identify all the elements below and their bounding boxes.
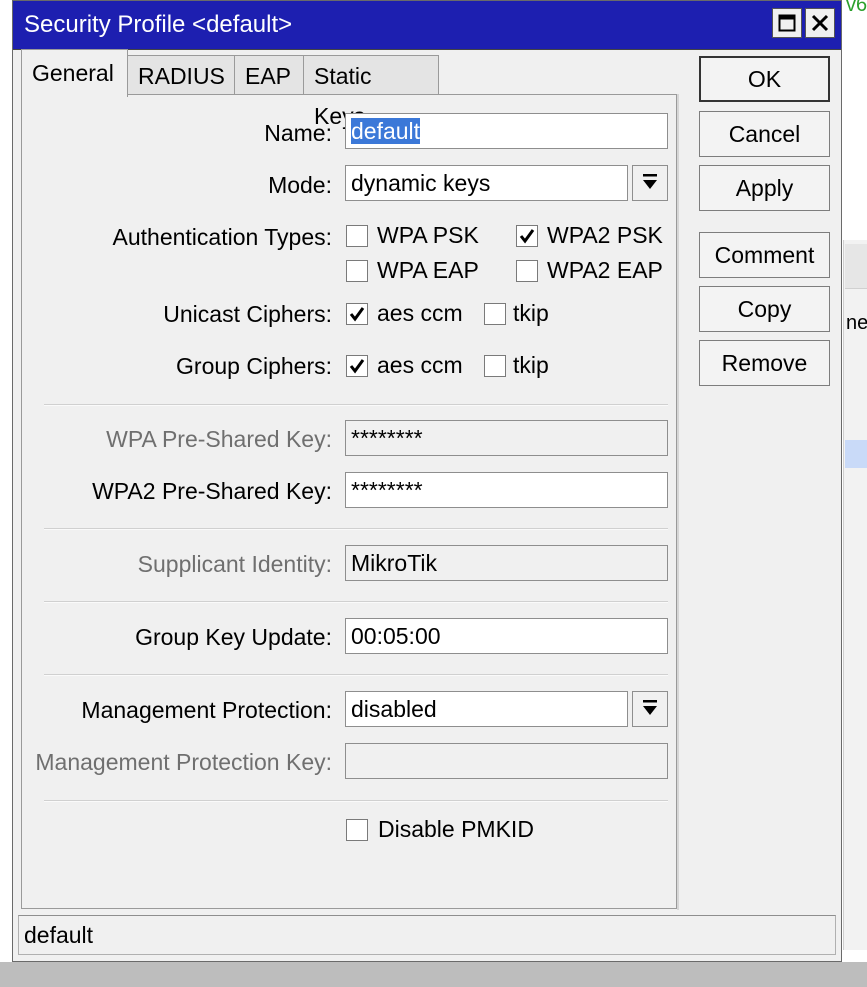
wpa-eap-checkbox[interactable] [346,260,368,282]
title-bar[interactable]: Security Profile <default> [13,1,841,50]
dropdown-arrow-icon [642,696,658,723]
group-aes-ccm-label: aes ccm [377,352,463,378]
status-bar: default [18,915,836,955]
wpa2-psk-key-input[interactable]: ******** [345,472,668,508]
panel-edge [677,94,679,910]
background-window [843,240,867,950]
dropdown-arrow-icon [642,170,658,197]
mode-dropdown-button[interactable] [632,165,668,201]
mode-label: Mode: [268,172,332,198]
management-protection-select[interactable]: disabled [345,691,628,727]
group-tkip-checkbox[interactable] [484,355,506,377]
wpa2-psk-checkbox[interactable] [516,225,538,247]
unicast-aes-ccm-checkbox[interactable] [346,303,368,325]
management-protection-key-input[interactable] [345,743,668,779]
authentication-types-label: Authentication Types: [112,224,333,250]
separator [44,601,668,603]
ok-button[interactable]: OK [699,56,830,102]
wpa-eap-label: WPA EAP [377,257,479,283]
management-protection-dropdown-button[interactable] [632,691,668,727]
group-ciphers-label: Group Ciphers: [176,353,332,379]
wpa2-psk-key-value: ******** [351,477,423,503]
disable-pmkid-checkbox[interactable] [346,819,368,841]
background-taskbar [0,962,867,987]
maximize-icon [778,14,796,32]
tab-label: General [32,60,114,86]
wpa-psk-key-input[interactable]: ******** [345,420,668,456]
wpa2-eap-label: WPA2 EAP [547,257,663,283]
security-profile-dialog: Security Profile <default> General RADIU… [12,0,842,962]
close-button[interactable] [805,8,835,38]
supplicant-identity-input[interactable]: MikroTik [345,545,668,581]
background-text-fragment: v6 [846,0,867,16]
group-key-update-input[interactable]: 00:05:00 [345,618,668,654]
management-protection-key-label: Management Protection Key: [35,749,332,775]
unicast-aes-ccm-label: aes ccm [377,300,463,326]
wpa-psk-label: WPA PSK [377,222,479,248]
unicast-tkip-label: tkip [513,300,549,326]
tab-general[interactable]: General [21,49,128,97]
wpa-psk-key-label: WPA Pre-Shared Key: [106,426,332,452]
wpa-psk-checkbox[interactable] [346,225,368,247]
tab-eap[interactable]: EAP [234,55,304,95]
wpa2-eap-checkbox[interactable] [516,260,538,282]
tab-label: EAP [245,63,292,89]
separator [44,528,668,530]
background-selected-row [845,440,867,468]
group-key-update-label: Group Key Update: [135,624,332,650]
management-protection-value: disabled [351,696,437,722]
unicast-ciphers-label: Unicast Ciphers: [163,301,332,327]
name-value: default [351,118,421,144]
supplicant-identity-label: Supplicant Identity: [137,551,332,577]
copy-button[interactable]: Copy [699,286,830,332]
disable-pmkid-label: Disable PMKID [378,816,534,842]
supplicant-identity-value: MikroTik [351,550,438,576]
mode-select[interactable]: dynamic keys [345,165,628,201]
unicast-tkip-checkbox[interactable] [484,303,506,325]
name-label: Name: [264,120,332,146]
remove-button[interactable]: Remove [699,340,830,386]
name-input[interactable]: default [345,113,668,149]
close-icon [811,14,829,32]
background-column-header: ne [846,312,867,334]
separator [44,800,668,802]
group-key-update-value: 00:05:00 [351,623,441,649]
window-title: Security Profile <default> [24,11,293,38]
tab-static-keys[interactable]: Static Keys [303,55,439,129]
group-aes-ccm-checkbox[interactable] [346,355,368,377]
wpa2-psk-key-label: WPA2 Pre-Shared Key: [92,478,332,504]
cancel-button[interactable]: Cancel [699,111,830,157]
tab-label: RADIUS [138,63,225,89]
tab-radius[interactable]: RADIUS [127,55,235,95]
general-tab-panel: Name: default Mode: dynamic keys Authent… [21,94,677,909]
comment-button[interactable]: Comment [699,232,830,278]
wpa2-psk-label: WPA2 PSK [547,222,663,248]
apply-button[interactable]: Apply [699,165,830,211]
separator [44,404,668,406]
background-toolbar [845,244,867,289]
separator [44,674,668,676]
management-protection-label: Management Protection: [81,697,332,723]
group-tkip-label: tkip [513,352,549,378]
mode-value: dynamic keys [351,170,491,196]
wpa-psk-key-value: ******** [351,425,423,451]
maximize-button[interactable] [772,8,802,38]
